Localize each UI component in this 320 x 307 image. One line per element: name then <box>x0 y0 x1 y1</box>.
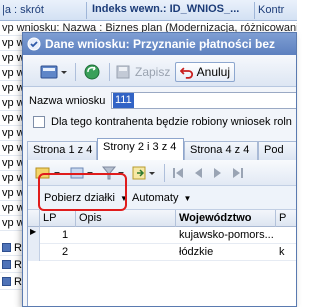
automaty-label: Automaty <box>132 192 179 204</box>
folder-icon <box>2 243 11 252</box>
column-header-wojewodztwo[interactable]: Województwo <box>176 210 276 227</box>
save-label: Zapisz <box>135 65 171 79</box>
header-col-kontr[interactable]: Kontr <box>258 4 284 16</box>
next-record-icon[interactable] <box>210 165 226 181</box>
toolbar-separator <box>109 63 110 81</box>
cell-p: k <box>279 246 285 258</box>
row-indicator: ▶ <box>28 227 40 244</box>
dialog-title-bar[interactable]: Dane wniosku: Przyznanie płatności bez <box>23 33 296 55</box>
save-button[interactable]: Zapisz <box>115 62 171 82</box>
column-header-opis[interactable]: Opis <box>76 210 176 227</box>
current-row-arrow-icon: ▶ <box>30 227 37 236</box>
window-view-icon <box>40 65 67 79</box>
header-col-indeks[interactable]: Indeks wewn.: ID_WNIOS_... <box>92 3 239 15</box>
table-row[interactable]: 2 łódzkie k <box>28 244 296 261</box>
kontrahent-checkbox-label: Dla tego kontrahenta będzie robiony wnio… <box>51 116 292 128</box>
folder-icon <box>2 260 11 269</box>
name-label: Nazwa wniosku <box>29 95 106 107</box>
row-indicator-header <box>28 210 40 227</box>
name-input-value: 111 <box>113 93 134 108</box>
folder-icon <box>2 277 11 286</box>
cell-opis <box>79 244 174 261</box>
dialog-title: Dane wniosku: Przyznanie płatności bez <box>45 37 276 51</box>
header-separator <box>86 2 87 19</box>
view-dropdown-button[interactable] <box>37 62 71 82</box>
header-separator <box>254 2 255 19</box>
undo-icon <box>180 67 193 79</box>
cell-wojewodztwo: kujawsko-pomors... <box>179 229 274 241</box>
last-record-icon[interactable] <box>230 165 246 181</box>
column-header-lp[interactable]: LP <box>40 210 76 227</box>
chevron-down-icon: ▼ <box>183 194 192 203</box>
cell-p <box>279 227 296 244</box>
toolbar-separator <box>75 63 76 81</box>
header-col-skrot[interactable]: |a : skrót <box>2 4 44 16</box>
save-icon <box>116 65 130 79</box>
app-icon <box>27 37 41 51</box>
previous-record-icon[interactable] <box>190 165 206 181</box>
background-grid-header: |a : skrót Indeks wewn.: ID_WNIOS_... Ko… <box>0 0 297 21</box>
table-row[interactable]: ▶ 1 kujawsko-pomors... <box>28 227 296 244</box>
export-icon[interactable] <box>130 164 160 182</box>
first-record-icon[interactable] <box>170 165 186 181</box>
grid-header: LP Opis Województwo P <box>28 210 296 227</box>
tab-strona-1[interactable]: Strona 1 z 4 <box>27 141 97 160</box>
application-dialog: Dane wniosku: Przyznanie płatności bez Z… <box>22 32 297 307</box>
tab-strona-4[interactable]: Strona 4 z 4 <box>184 141 258 160</box>
tab-pod[interactable]: Pod <box>258 141 296 160</box>
toolbar-separator <box>164 164 165 182</box>
highlight-annotation <box>38 173 127 211</box>
cell-opis <box>79 227 174 244</box>
cell-lp: 1 <box>62 229 69 241</box>
column-header-p[interactable]: P <box>276 210 296 227</box>
main-toolbar: Zapisz Anuluj <box>23 55 296 87</box>
name-input[interactable]: 111 <box>111 92 296 109</box>
tab-strip: Strona 1 z 4 Strony 2 i 3 z 4 Strona 4 z… <box>27 138 296 161</box>
refresh-icon <box>84 64 100 80</box>
cancel-label: Anuluj <box>196 65 230 79</box>
tab-strony-2-3[interactable]: Strony 2 i 3 z 4 <box>97 138 184 161</box>
automaty-button[interactable]: Automaty ▼ <box>132 190 191 206</box>
cell-wojewodztwo: łódzkie <box>179 246 214 258</box>
cell-lp: 2 <box>62 246 69 258</box>
cancel-button[interactable]: Anuluj <box>175 62 235 82</box>
kontrahent-checkbox[interactable] <box>33 116 45 128</box>
refresh-button[interactable] <box>81 62 103 82</box>
row-indicator <box>28 244 40 261</box>
